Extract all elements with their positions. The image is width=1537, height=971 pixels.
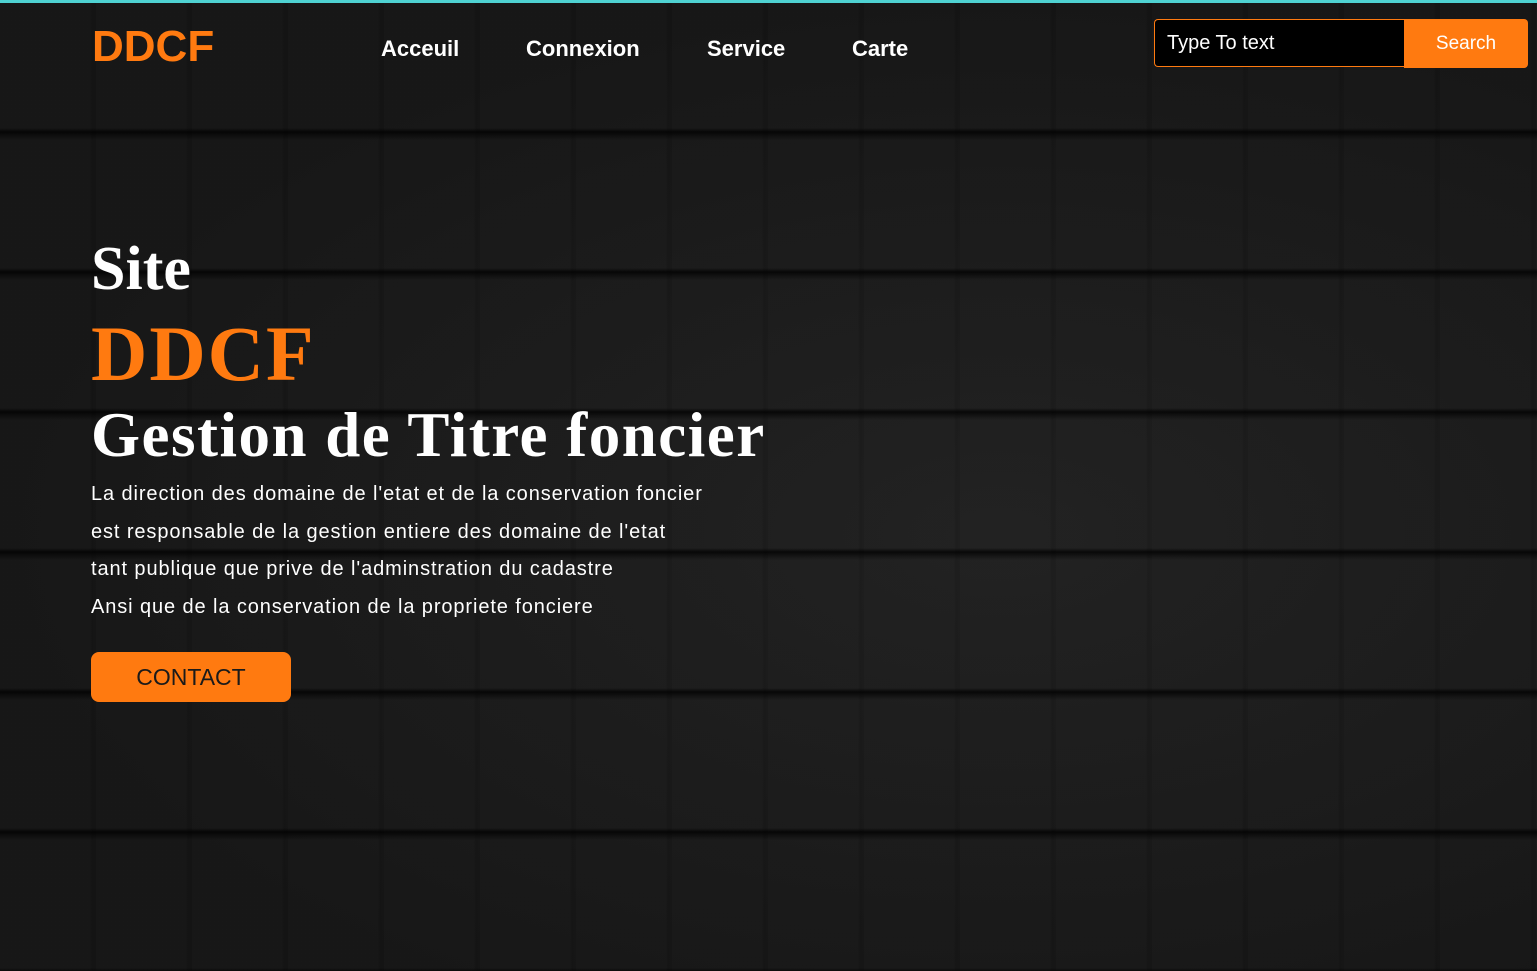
top-accent-strip: [0, 0, 1537, 3]
contact-button[interactable]: CONTACT: [91, 652, 291, 702]
hero-site-label: Site: [91, 235, 191, 303]
search-button[interactable]: Search: [1404, 19, 1528, 68]
nav-link-carte[interactable]: Carte: [852, 36, 908, 62]
description-line: est responsable de la gestion entiere de…: [91, 520, 667, 543]
search-input[interactable]: [1154, 19, 1404, 67]
description-line: La direction des domaine de l'etat et de…: [91, 483, 703, 505]
hero-brand: DDCF: [91, 310, 316, 397]
search-form: Search: [1154, 19, 1528, 69]
nav-link-service[interactable]: Service: [707, 36, 785, 62]
description-line: Ansi que de la conservation de la propri…: [91, 595, 594, 618]
hero-description: La direction des domaine de l'etat et de…: [91, 476, 811, 626]
nav-link-acceuil[interactable]: Acceuil: [381, 36, 459, 62]
hero-title: Gestion de Titre foncier: [91, 400, 766, 470]
description-line: tant publique que prive de l'adminstrati…: [91, 558, 614, 580]
nav-link-connexion[interactable]: Connexion: [526, 36, 640, 62]
site-logo[interactable]: DDCF: [92, 24, 214, 70]
